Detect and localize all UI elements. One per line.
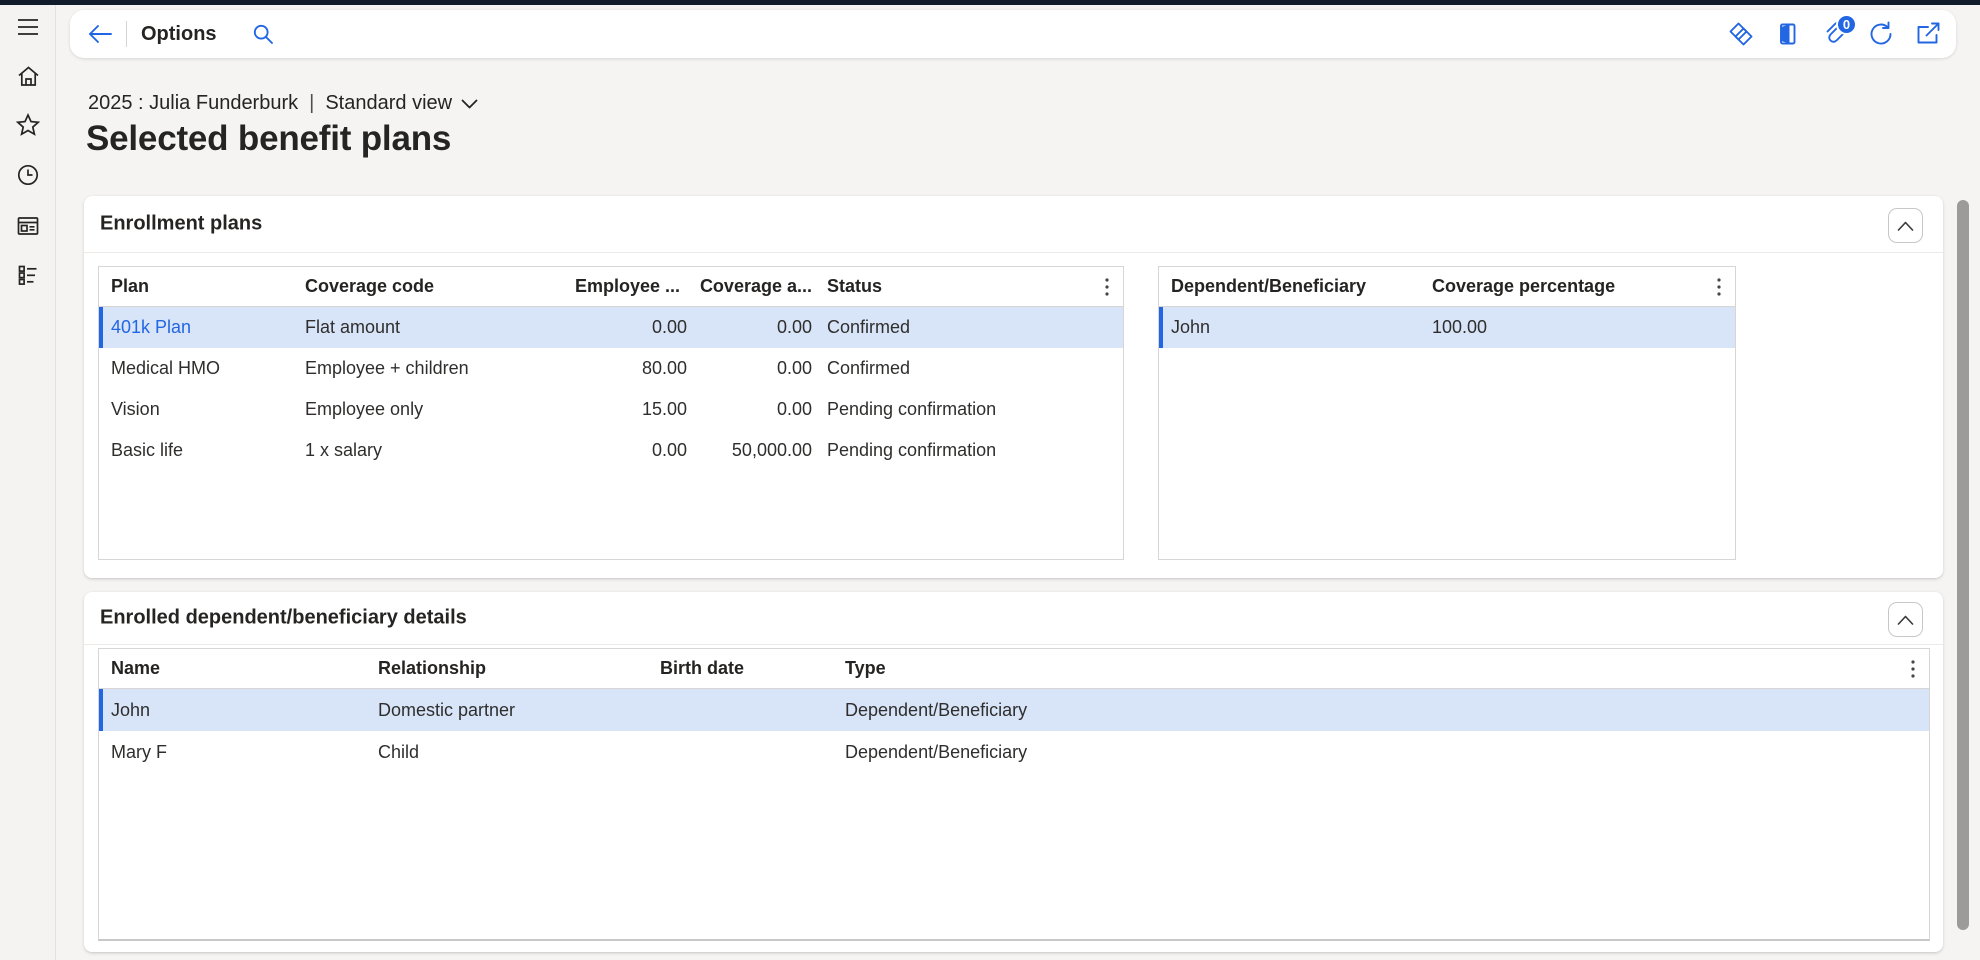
status-cell: Confirmed: [814, 358, 1123, 379]
section-enrolled-dependent-details: Enrolled dependent/beneficiary details N…: [84, 592, 1943, 952]
vertical-scrollbar[interactable]: [1957, 200, 1969, 930]
chevron-up-icon: [1896, 613, 1915, 627]
cell: Dependent/Beneficiary: [833, 700, 1929, 721]
cell: 0.00: [563, 317, 689, 338]
column-header-employee[interactable]: Employee ...: [563, 276, 689, 297]
table-row[interactable]: John 100.00: [1159, 307, 1735, 348]
modules-list-icon[interactable]: [0, 253, 56, 297]
plan-link[interactable]: Medical HMO: [99, 358, 293, 379]
column-header-birth-date[interactable]: Birth date: [648, 658, 833, 679]
view-selector[interactable]: Standard view: [325, 92, 479, 115]
workspaces-window-icon[interactable]: [0, 204, 56, 248]
cell: 15.00: [563, 399, 689, 420]
column-header-coverage-code[interactable]: Coverage code: [293, 276, 563, 297]
status-cell: Pending confirmation: [814, 440, 1123, 461]
office-apps-icon[interactable]: [1775, 21, 1801, 47]
favorites-star-icon[interactable]: [0, 103, 56, 147]
table-row[interactable]: 401k Plan Flat amount 0.00 0.00 Confirme…: [99, 307, 1123, 348]
cell: Child: [366, 742, 648, 763]
grid-options-kebab-icon[interactable]: [1104, 277, 1110, 297]
cell: John: [1159, 317, 1420, 338]
cell: 80.00: [563, 358, 689, 379]
recent-clock-icon[interactable]: [0, 153, 56, 197]
cell: 0.00: [689, 317, 814, 338]
cell: 1 x salary: [293, 440, 563, 461]
grid-options-kebab-icon[interactable]: [1716, 277, 1722, 297]
collapse-section-button[interactable]: [1888, 208, 1923, 243]
column-header-coverage-amount[interactable]: Coverage a...: [689, 276, 814, 297]
breadcrumb-record[interactable]: 2025 : Julia Funderburk: [88, 92, 298, 115]
divider: [126, 21, 127, 47]
attachments-count-badge: 0: [1836, 14, 1857, 35]
table-row[interactable]: Medical HMO Employee + children 80.00 0.…: [99, 348, 1123, 389]
attachments-paperclip-icon[interactable]: 0: [1821, 20, 1847, 48]
table-row[interactable]: Basic life 1 x salary 0.00 50,000.00 Pen…: [99, 430, 1123, 471]
task-recorder-diamond-icon[interactable]: [1727, 20, 1755, 48]
column-header-coverage-percentage[interactable]: Coverage percentage: [1420, 276, 1735, 297]
sidebar-nav: [0, 5, 56, 960]
cell: 0.00: [563, 440, 689, 461]
status-cell: Pending confirmation: [814, 399, 1123, 420]
breadcrumb-separator: |: [309, 92, 314, 115]
chevron-up-icon: [1896, 219, 1915, 233]
open-in-new-window-icon[interactable]: [1915, 22, 1942, 46]
table-row[interactable]: Mary F Child Dependent/Beneficiary: [99, 731, 1929, 773]
grid-header-row: Plan Coverage code Employee ... Coverage…: [99, 267, 1123, 307]
refresh-icon[interactable]: [1867, 20, 1895, 48]
section-header: Enrollment plans: [84, 196, 1943, 253]
page-title: Selected benefit plans: [86, 113, 451, 165]
section-header: Enrolled dependent/beneficiary details: [84, 592, 1943, 645]
hamburger-menu-icon[interactable]: [0, 5, 56, 49]
cell: 0.00: [689, 358, 814, 379]
column-header-relationship[interactable]: Relationship: [366, 658, 648, 679]
cell: 0.00: [689, 399, 814, 420]
cell: Employee only: [293, 399, 563, 420]
dependent-beneficiary-grid: Dependent/Beneficiary Coverage percentag…: [1158, 266, 1736, 560]
cell: 100.00: [1420, 317, 1735, 338]
plan-link[interactable]: Vision: [99, 399, 293, 420]
search-icon[interactable]: [251, 22, 275, 46]
section-title: Enrolled dependent/beneficiary details: [100, 607, 467, 630]
cell: Flat amount: [293, 317, 563, 338]
cell: 50,000.00: [689, 440, 814, 461]
navbar-right-icons: 0: [1727, 20, 1942, 48]
enrollment-plans-grid: Plan Coverage code Employee ... Coverage…: [98, 266, 1124, 560]
options-button[interactable]: Options: [141, 23, 217, 46]
cell: Employee + children: [293, 358, 563, 379]
cell: Dependent/Beneficiary: [833, 742, 1929, 763]
view-selector-label: Standard view: [325, 92, 452, 115]
cell: Domestic partner: [366, 700, 648, 721]
plan-link[interactable]: Basic life: [99, 440, 293, 461]
column-header-plan[interactable]: Plan: [99, 276, 293, 297]
navbar: Options 0: [70, 10, 1956, 58]
home-icon[interactable]: [0, 54, 56, 98]
status-cell: Confirmed: [814, 317, 1123, 338]
theme-top-strip: [0, 0, 1980, 5]
collapse-section-button[interactable]: [1888, 602, 1923, 637]
column-header-status[interactable]: Status: [814, 276, 1123, 297]
column-header-type[interactable]: Type: [833, 658, 1929, 679]
chevron-down-icon: [460, 98, 479, 110]
table-row[interactable]: John Domestic partner Dependent/Benefici…: [99, 689, 1929, 731]
section-enrollment-plans: Enrollment plans Plan Coverage code Empl…: [84, 196, 1943, 578]
enrolled-details-grid: Name Relationship Birth date Type John D…: [98, 648, 1930, 941]
grid-header-row: Dependent/Beneficiary Coverage percentag…: [1159, 267, 1735, 307]
cell: Mary F: [99, 742, 366, 763]
grid-header-row: Name Relationship Birth date Type: [99, 649, 1929, 689]
cell: John: [99, 700, 366, 721]
breadcrumb: 2025 : Julia Funderburk | Standard view: [88, 92, 479, 115]
table-row[interactable]: Vision Employee only 15.00 0.00 Pending …: [99, 389, 1123, 430]
plan-link[interactable]: 401k Plan: [99, 317, 293, 338]
section-title: Enrollment plans: [100, 213, 262, 236]
back-arrow-icon[interactable]: [86, 23, 114, 45]
column-header-name[interactable]: Name: [99, 658, 366, 679]
column-header-dependent-beneficiary[interactable]: Dependent/Beneficiary: [1159, 276, 1420, 297]
grid-options-kebab-icon[interactable]: [1910, 659, 1916, 679]
